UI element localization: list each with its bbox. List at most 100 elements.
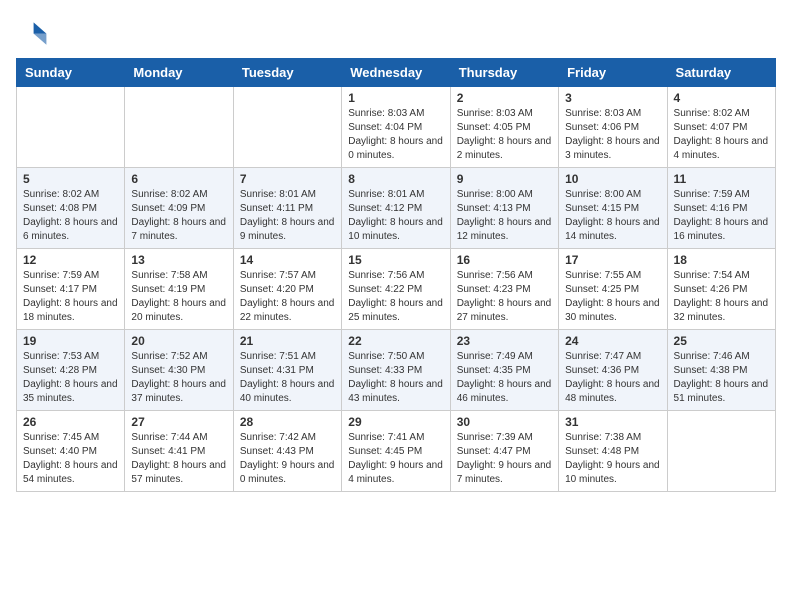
day-number: 25 — [674, 334, 769, 348]
day-number: 10 — [565, 172, 660, 186]
day-info: Sunrise: 7:56 AMSunset: 4:22 PMDaylight:… — [348, 270, 443, 323]
day-number: 9 — [457, 172, 552, 186]
calendar-cell: 7 Sunrise: 8:01 AMSunset: 4:11 PMDayligh… — [233, 168, 341, 249]
calendar-cell: 11 Sunrise: 7:59 AMSunset: 4:16 PMDaylig… — [667, 168, 775, 249]
calendar-header-row: SundayMondayTuesdayWednesdayThursdayFrid… — [17, 59, 776, 87]
day-info: Sunrise: 7:59 AMSunset: 4:16 PMDaylight:… — [674, 189, 769, 242]
day-info: Sunrise: 7:45 AMSunset: 4:40 PMDaylight:… — [23, 432, 118, 485]
day-info: Sunrise: 7:53 AMSunset: 4:28 PMDaylight:… — [23, 351, 118, 404]
calendar-cell — [125, 87, 233, 168]
logo — [16, 16, 52, 48]
day-number: 31 — [565, 415, 660, 429]
calendar-weekday-header: Wednesday — [342, 59, 450, 87]
calendar-cell: 15 Sunrise: 7:56 AMSunset: 4:22 PMDaylig… — [342, 249, 450, 330]
calendar-cell: 10 Sunrise: 8:00 AMSunset: 4:15 PMDaylig… — [559, 168, 667, 249]
day-number: 4 — [674, 91, 769, 105]
calendar-weekday-header: Saturday — [667, 59, 775, 87]
calendar-table: SundayMondayTuesdayWednesdayThursdayFrid… — [16, 58, 776, 492]
day-info: Sunrise: 7:38 AMSunset: 4:48 PMDaylight:… — [565, 432, 660, 485]
day-number: 26 — [23, 415, 118, 429]
day-info: Sunrise: 7:39 AMSunset: 4:47 PMDaylight:… — [457, 432, 552, 485]
calendar-cell: 29 Sunrise: 7:41 AMSunset: 4:45 PMDaylig… — [342, 411, 450, 492]
calendar-cell: 14 Sunrise: 7:57 AMSunset: 4:20 PMDaylig… — [233, 249, 341, 330]
calendar-cell: 20 Sunrise: 7:52 AMSunset: 4:30 PMDaylig… — [125, 330, 233, 411]
day-number: 15 — [348, 253, 443, 267]
day-number: 30 — [457, 415, 552, 429]
day-number: 24 — [565, 334, 660, 348]
calendar-cell: 25 Sunrise: 7:46 AMSunset: 4:38 PMDaylig… — [667, 330, 775, 411]
day-number: 14 — [240, 253, 335, 267]
calendar-cell: 19 Sunrise: 7:53 AMSunset: 4:28 PMDaylig… — [17, 330, 125, 411]
calendar-cell: 28 Sunrise: 7:42 AMSunset: 4:43 PMDaylig… — [233, 411, 341, 492]
calendar-week-row: 5 Sunrise: 8:02 AMSunset: 4:08 PMDayligh… — [17, 168, 776, 249]
day-number: 23 — [457, 334, 552, 348]
day-number: 13 — [131, 253, 226, 267]
day-info: Sunrise: 8:02 AMSunset: 4:09 PMDaylight:… — [131, 189, 226, 242]
logo-icon — [16, 16, 48, 48]
day-number: 21 — [240, 334, 335, 348]
day-info: Sunrise: 7:41 AMSunset: 4:45 PMDaylight:… — [348, 432, 443, 485]
calendar-cell: 17 Sunrise: 7:55 AMSunset: 4:25 PMDaylig… — [559, 249, 667, 330]
calendar-weekday-header: Monday — [125, 59, 233, 87]
day-info: Sunrise: 7:50 AMSunset: 4:33 PMDaylight:… — [348, 351, 443, 404]
day-number: 3 — [565, 91, 660, 105]
calendar-cell: 4 Sunrise: 8:02 AMSunset: 4:07 PMDayligh… — [667, 87, 775, 168]
calendar-cell: 24 Sunrise: 7:47 AMSunset: 4:36 PMDaylig… — [559, 330, 667, 411]
day-info: Sunrise: 8:02 AMSunset: 4:08 PMDaylight:… — [23, 189, 118, 242]
calendar-cell: 9 Sunrise: 8:00 AMSunset: 4:13 PMDayligh… — [450, 168, 558, 249]
calendar-cell — [17, 87, 125, 168]
day-info: Sunrise: 8:00 AMSunset: 4:13 PMDaylight:… — [457, 189, 552, 242]
day-info: Sunrise: 7:55 AMSunset: 4:25 PMDaylight:… — [565, 270, 660, 323]
day-info: Sunrise: 7:47 AMSunset: 4:36 PMDaylight:… — [565, 351, 660, 404]
day-info: Sunrise: 8:03 AMSunset: 4:05 PMDaylight:… — [457, 108, 552, 161]
calendar-week-row: 19 Sunrise: 7:53 AMSunset: 4:28 PMDaylig… — [17, 330, 776, 411]
day-number: 28 — [240, 415, 335, 429]
day-number: 20 — [131, 334, 226, 348]
day-info: Sunrise: 8:01 AMSunset: 4:12 PMDaylight:… — [348, 189, 443, 242]
calendar-cell — [233, 87, 341, 168]
calendar-cell: 26 Sunrise: 7:45 AMSunset: 4:40 PMDaylig… — [17, 411, 125, 492]
calendar-weekday-header: Tuesday — [233, 59, 341, 87]
calendar-cell: 1 Sunrise: 8:03 AMSunset: 4:04 PMDayligh… — [342, 87, 450, 168]
day-number: 18 — [674, 253, 769, 267]
day-number: 27 — [131, 415, 226, 429]
calendar-cell: 18 Sunrise: 7:54 AMSunset: 4:26 PMDaylig… — [667, 249, 775, 330]
day-number: 7 — [240, 172, 335, 186]
day-info: Sunrise: 7:49 AMSunset: 4:35 PMDaylight:… — [457, 351, 552, 404]
day-info: Sunrise: 7:59 AMSunset: 4:17 PMDaylight:… — [23, 270, 118, 323]
calendar-cell: 5 Sunrise: 8:02 AMSunset: 4:08 PMDayligh… — [17, 168, 125, 249]
page-header — [16, 16, 776, 48]
day-number: 8 — [348, 172, 443, 186]
day-number: 19 — [23, 334, 118, 348]
calendar-weekday-header: Friday — [559, 59, 667, 87]
day-info: Sunrise: 7:58 AMSunset: 4:19 PMDaylight:… — [131, 270, 226, 323]
calendar-cell: 31 Sunrise: 7:38 AMSunset: 4:48 PMDaylig… — [559, 411, 667, 492]
day-number: 29 — [348, 415, 443, 429]
day-info: Sunrise: 7:56 AMSunset: 4:23 PMDaylight:… — [457, 270, 552, 323]
calendar-cell: 13 Sunrise: 7:58 AMSunset: 4:19 PMDaylig… — [125, 249, 233, 330]
day-number: 1 — [348, 91, 443, 105]
calendar-cell: 8 Sunrise: 8:01 AMSunset: 4:12 PMDayligh… — [342, 168, 450, 249]
day-info: Sunrise: 7:44 AMSunset: 4:41 PMDaylight:… — [131, 432, 226, 485]
day-number: 11 — [674, 172, 769, 186]
day-info: Sunrise: 7:54 AMSunset: 4:26 PMDaylight:… — [674, 270, 769, 323]
calendar-cell: 22 Sunrise: 7:50 AMSunset: 4:33 PMDaylig… — [342, 330, 450, 411]
day-info: Sunrise: 8:02 AMSunset: 4:07 PMDaylight:… — [674, 108, 769, 161]
calendar-cell: 27 Sunrise: 7:44 AMSunset: 4:41 PMDaylig… — [125, 411, 233, 492]
day-info: Sunrise: 7:46 AMSunset: 4:38 PMDaylight:… — [674, 351, 769, 404]
day-number: 22 — [348, 334, 443, 348]
day-info: Sunrise: 7:57 AMSunset: 4:20 PMDaylight:… — [240, 270, 335, 323]
calendar-weekday-header: Thursday — [450, 59, 558, 87]
calendar-cell: 6 Sunrise: 8:02 AMSunset: 4:09 PMDayligh… — [125, 168, 233, 249]
day-number: 17 — [565, 253, 660, 267]
day-number: 6 — [131, 172, 226, 186]
calendar-week-row: 1 Sunrise: 8:03 AMSunset: 4:04 PMDayligh… — [17, 87, 776, 168]
calendar-cell: 16 Sunrise: 7:56 AMSunset: 4:23 PMDaylig… — [450, 249, 558, 330]
calendar-cell: 21 Sunrise: 7:51 AMSunset: 4:31 PMDaylig… — [233, 330, 341, 411]
calendar-cell: 12 Sunrise: 7:59 AMSunset: 4:17 PMDaylig… — [17, 249, 125, 330]
day-number: 16 — [457, 253, 552, 267]
calendar-week-row: 26 Sunrise: 7:45 AMSunset: 4:40 PMDaylig… — [17, 411, 776, 492]
day-number: 12 — [23, 253, 118, 267]
calendar-cell: 23 Sunrise: 7:49 AMSunset: 4:35 PMDaylig… — [450, 330, 558, 411]
day-number: 2 — [457, 91, 552, 105]
